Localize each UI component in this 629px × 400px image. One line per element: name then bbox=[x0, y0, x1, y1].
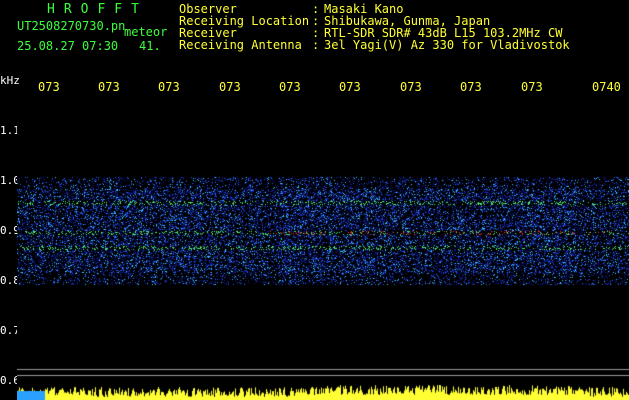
y-axis-unit: kHz bbox=[0, 74, 20, 87]
x-tick-label: 073 bbox=[339, 80, 361, 94]
header-info: Observer: Masaki Kano Receiving Location:… bbox=[179, 3, 570, 51]
header-key: Receiving Antenna bbox=[179, 38, 302, 52]
x-tick-label: 073 bbox=[279, 80, 301, 94]
x-tick-label: 073 bbox=[460, 80, 482, 94]
x-tick-label: 073 bbox=[38, 80, 60, 94]
header-row-antenna: Receiving Antenna:3el Yagi(V) Az 330 for… bbox=[179, 38, 570, 52]
file-name: UT2508270730.pn bbox=[17, 19, 126, 33]
x-tick-label: 0740 bbox=[592, 80, 621, 94]
x-tick-label: 073 bbox=[400, 80, 422, 94]
app-logo: HROFFT bbox=[47, 2, 148, 17]
file-type: meteor bbox=[124, 25, 168, 39]
header-value: 3el Yagi(V) Az 330 for Vladivostok bbox=[324, 38, 570, 52]
x-tick-label: 073 bbox=[521, 80, 543, 94]
spectrogram bbox=[17, 96, 629, 383]
file-datetime: 25.08.27 07:30 bbox=[17, 39, 119, 53]
signal-strength-strip bbox=[17, 383, 629, 400]
x-tick-label: 073 bbox=[158, 80, 180, 94]
y-axis: 1.1 1.0 0.9 0.8 0.7 0.6 bbox=[0, 96, 20, 400]
x-tick-label: 073 bbox=[219, 80, 241, 94]
file-count: 41. bbox=[139, 39, 161, 53]
x-tick-label: 073 bbox=[98, 80, 120, 94]
